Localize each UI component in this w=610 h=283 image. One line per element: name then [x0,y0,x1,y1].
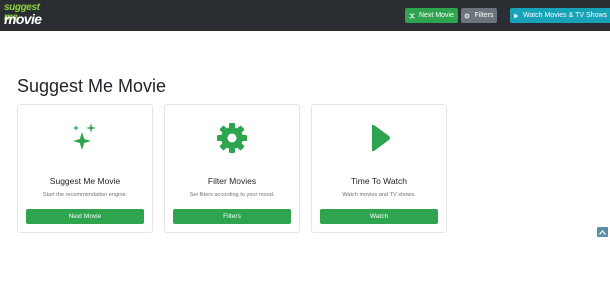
top-navbar: suggest me movie Next Movie Filters Watc… [0,0,610,31]
gear-icon [215,121,249,155]
card-title: Suggest Me Movie [49,176,121,186]
card-filter: Filter Movies Set filters according to y… [164,104,300,233]
play-icon [514,13,519,18]
gear-icon [465,13,470,18]
card-watch: Time To Watch Watch movies and TV shows.… [311,104,447,233]
filters-button[interactable]: Filters [461,8,497,23]
card-description: Watch movies and TV shows. [342,192,416,198]
filters-card-button[interactable]: Filters [173,209,291,224]
logo-line2: movie [4,11,42,27]
page-title: Suggest Me Movie [17,76,167,96]
next-movie-button[interactable]: Next Movie [405,8,458,23]
filters-label: Filters [474,12,494,19]
scroll-to-top-button[interactable] [597,227,608,237]
watch-card-button[interactable]: Watch [320,209,438,224]
sparkles-icon [68,121,102,155]
watch-label: Watch Movies & TV Shows [522,12,608,19]
card-title: Filter Movies [207,176,257,186]
chevron-up-icon [599,229,606,235]
play-icon [362,121,396,155]
next-movie-card-button[interactable]: Next Movie [26,209,144,224]
card-title: Time To Watch [351,176,407,186]
shuffle-icon [409,13,415,18]
card-suggest: Suggest Me Movie Start the recommendatio… [17,104,153,233]
card-description: Set filters according to your mood. [189,192,275,198]
next-movie-label: Next Movie [418,12,454,19]
card-description: Start the recommendation engine. [42,192,128,198]
watch-button[interactable]: Watch Movies & TV Shows [510,8,610,23]
logo[interactable]: suggest me movie [4,3,46,27]
